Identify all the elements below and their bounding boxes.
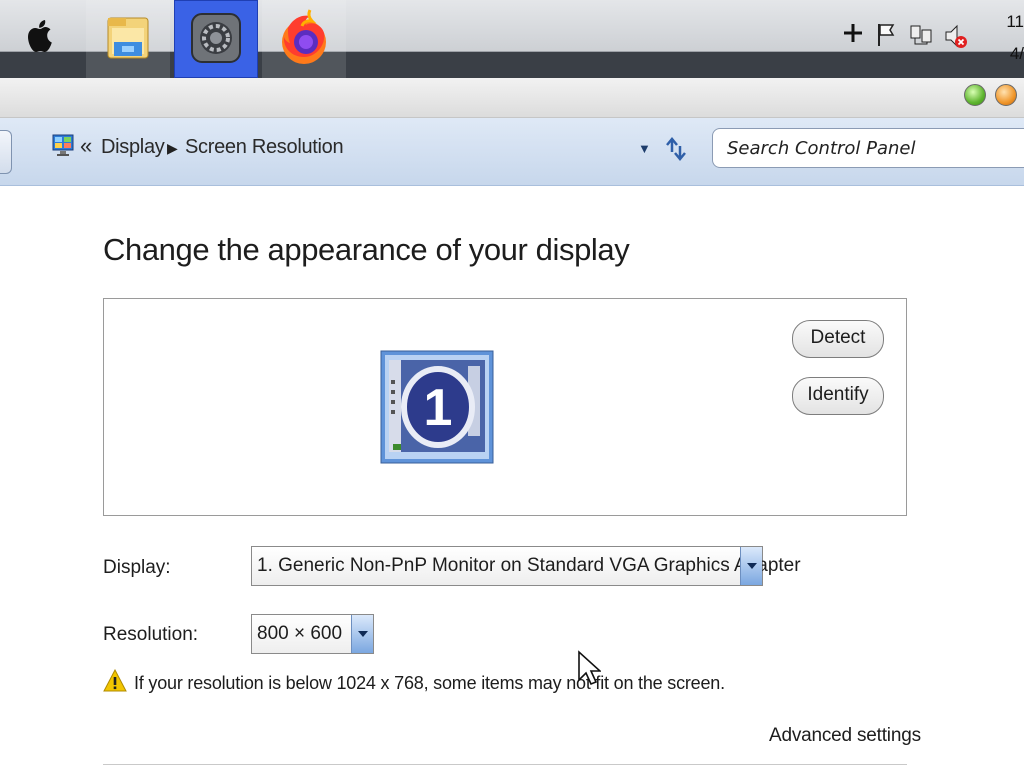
firefox-icon: [282, 9, 326, 64]
apple-logo-icon[interactable]: [24, 16, 56, 56]
maximize-button[interactable]: [964, 84, 986, 106]
control-panel-icon: [52, 134, 74, 156]
file-explorer-icon: [107, 17, 149, 59]
resolution-select[interactable]: 800 × 600: [251, 614, 374, 654]
breadcrumb-screen-resolution[interactable]: Screen Resolution: [185, 136, 344, 159]
add-icon[interactable]: [842, 22, 864, 44]
minimize-button[interactable]: [995, 84, 1017, 106]
display-dropdown-arrow-icon[interactable]: [740, 547, 762, 585]
search-box[interactable]: [712, 128, 1024, 168]
action-center-flag-icon[interactable]: [875, 22, 899, 48]
settings-gear-icon: [191, 13, 241, 63]
clock[interactable]: 11 4/: [1006, 12, 1024, 72]
volume-muted-icon[interactable]: [942, 22, 970, 50]
identify-button[interactable]: Identify: [792, 377, 884, 415]
taskbar: 11 4/: [0, 0, 1024, 78]
display-label: Display:: [103, 557, 171, 578]
address-history-dropdown-icon[interactable]: ▼: [638, 141, 651, 156]
breadcrumb-display[interactable]: Display: [101, 136, 165, 159]
taskbar-system-settings[interactable]: [174, 0, 258, 78]
window-titlebar: [0, 78, 1024, 118]
monitor-number: 1: [424, 379, 453, 437]
breadcrumb-separator-icon[interactable]: ▶: [167, 140, 178, 157]
mouse-cursor-icon: [578, 650, 601, 686]
warning-icon: [103, 669, 127, 692]
search-input[interactable]: [713, 129, 1013, 167]
clock-time: 11: [1006, 12, 1024, 31]
network-icon[interactable]: [907, 22, 935, 50]
monitor-1-icon[interactable]: 1: [380, 350, 494, 464]
display-select-value: 1. Generic Non-PnP Monitor on Standard V…: [257, 555, 801, 576]
taskbar-firefox[interactable]: [262, 0, 346, 78]
taskbar-file-explorer[interactable]: [86, 0, 170, 78]
clock-date: 4/: [1009, 44, 1024, 63]
divider: [103, 764, 907, 765]
display-select[interactable]: 1. Generic Non-PnP Monitor on Standard V…: [251, 546, 801, 586]
resolution-select-value: 800 × 600: [257, 623, 343, 644]
refresh-icon[interactable]: [663, 136, 689, 162]
page-title: Change the appearance of your display: [103, 232, 630, 267]
detect-button[interactable]: Detect: [792, 320, 884, 358]
monitor-arrangement-panel: [103, 298, 907, 516]
back-button[interactable]: [0, 130, 12, 174]
advanced-settings-link[interactable]: Advanced settings: [769, 725, 921, 747]
resolution-dropdown-arrow-icon[interactable]: [351, 615, 373, 653]
breadcrumb-overflow[interactable]: «: [80, 133, 92, 159]
resolution-label: Resolution:: [103, 624, 199, 645]
resolution-warning-text: If your resolution is below 1024 x 768, …: [134, 673, 725, 693]
